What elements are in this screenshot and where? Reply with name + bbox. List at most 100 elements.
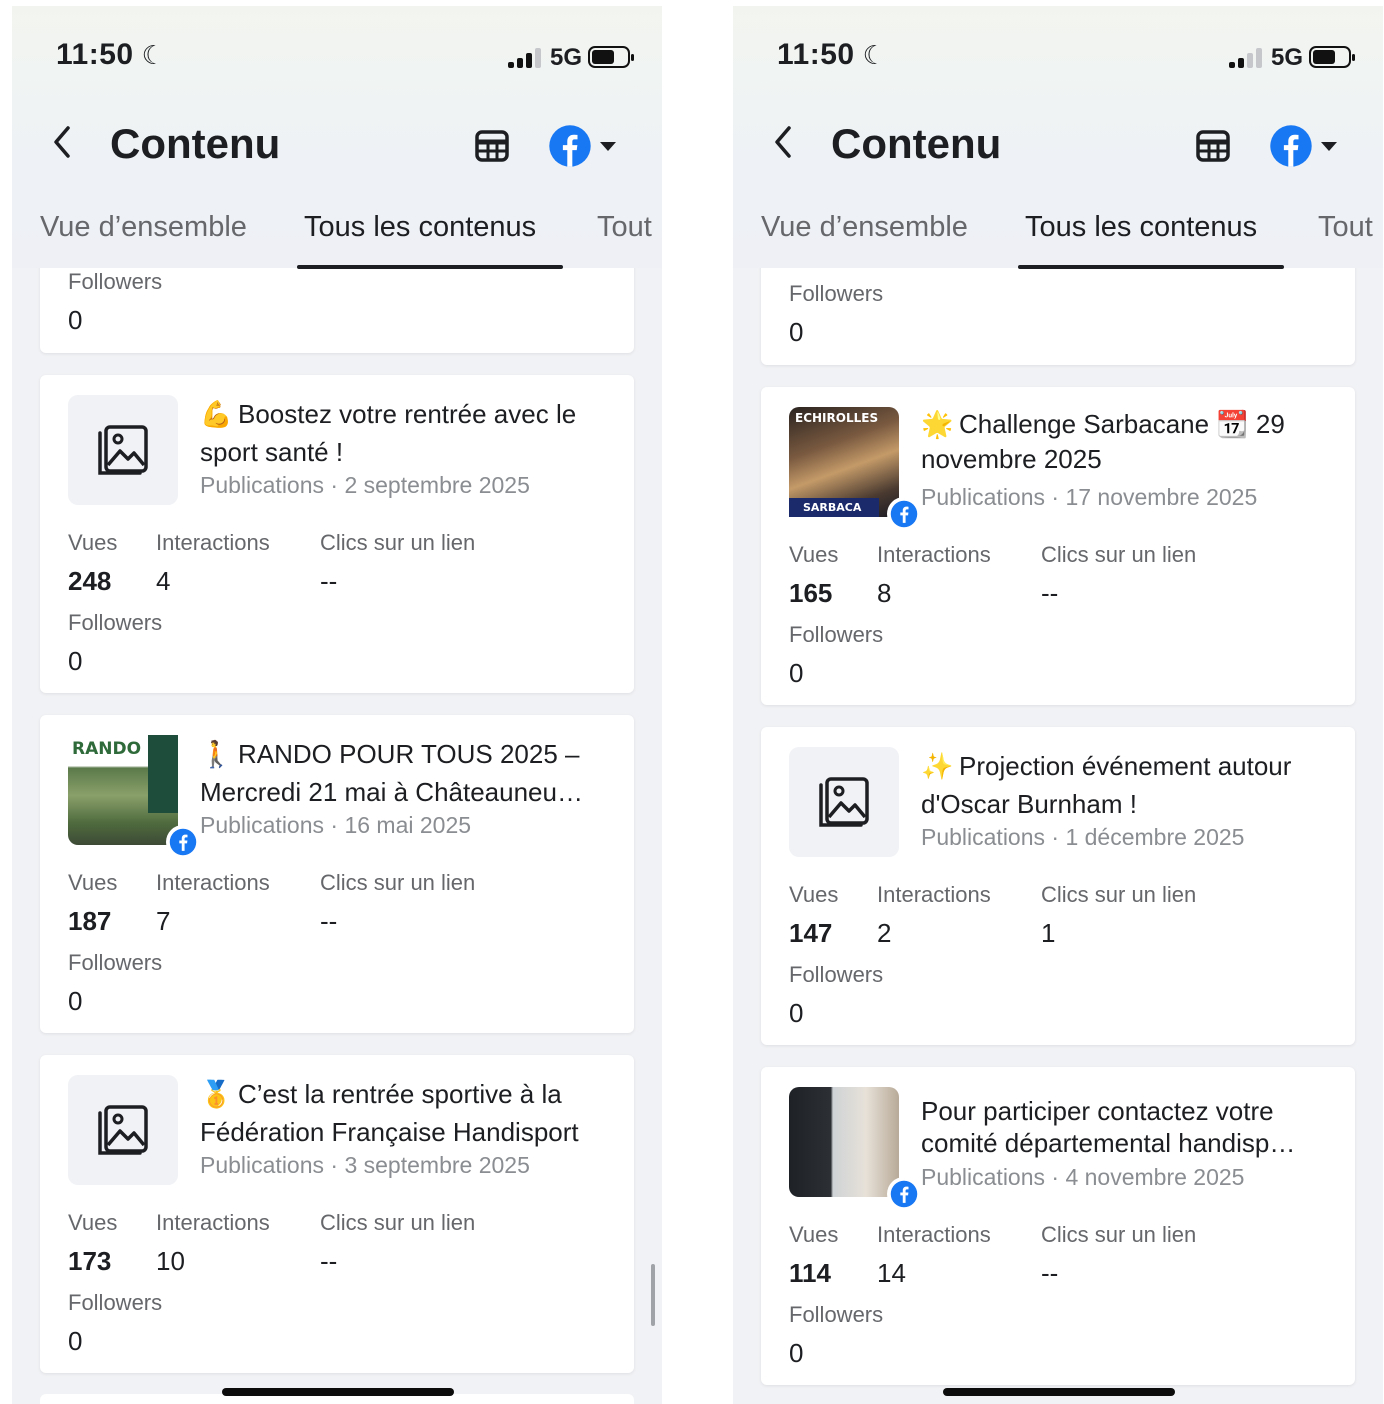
tab-bar: Vue d’ensemble Tous les contenus Tout <box>733 211 1383 269</box>
followers-label: Followers <box>68 269 163 294</box>
post-emoji: 💪 <box>200 399 233 429</box>
status-bar: 11:50 ☾ 5G <box>56 36 634 76</box>
link-clicks-label: Clics sur un lien <box>1041 1222 1197 1247</box>
post-card[interactable]: 🥇 C’est la rentrée sportive à la Fédérati… <box>40 1055 634 1373</box>
tab-all[interactable]: Tout <box>597 211 652 244</box>
followers-value: 0 <box>789 317 804 347</box>
status-time: 11:50 ☾ <box>56 38 165 72</box>
followers-value: 0 <box>68 305 83 335</box>
interactions-label: Interactions <box>877 542 991 567</box>
facebook-icon <box>1270 125 1312 167</box>
post-thumbnail <box>789 1087 921 1211</box>
followers-label: Followers <box>789 622 884 647</box>
table-view-button[interactable] <box>474 128 510 164</box>
home-indicator[interactable] <box>943 1388 1175 1396</box>
followers-label: Followers <box>68 950 163 975</box>
post-card[interactable]: ✨ Projection événement autour d'Oscar Bur… <box>761 727 1355 1045</box>
tab-all-content[interactable]: Tous les contenus <box>304 211 536 244</box>
top-chrome: 11:50 ☾ 5G Contenu Vue d’ensemble Tous le… <box>12 6 662 269</box>
tab-overview[interactable]: Vue d’ensemble <box>761 211 968 244</box>
interactions-value: 4 <box>156 566 171 596</box>
link-clicks-value: -- <box>320 566 338 596</box>
post-thumbnail <box>68 1075 178 1185</box>
platform-switcher[interactable] <box>548 124 620 168</box>
views-value: 165 <box>789 578 833 608</box>
facebook-icon <box>549 125 591 167</box>
post-card[interactable]: 💪 Boostez votre rentrée avec le sport san… <box>40 375 634 693</box>
post-title: Pour participer contactez votre comité d… <box>921 1095 1336 1159</box>
thumbnail-caption: ECHIROLLES <box>795 411 879 425</box>
post-meta: Publications · 1 décembre 2025 <box>921 824 1245 850</box>
post-title: ✨ Projection événement autour d'Oscar Bur… <box>921 747 1336 823</box>
facebook-badge-icon <box>887 1177 921 1211</box>
clock: 11:50 <box>777 38 855 71</box>
followers-metric: Followers 0 <box>68 1290 162 1357</box>
back-button[interactable] <box>50 122 80 166</box>
interactions-label: Interactions <box>156 1210 270 1235</box>
interactions-value: 8 <box>877 578 892 608</box>
post-meta: Publications · 16 mai 2025 <box>200 812 472 838</box>
post-thumbnail: ECHIROLLES SARBACA <box>789 407 921 531</box>
table-icon <box>1196 130 1230 162</box>
thumbnail-caption: RANDO <box>72 739 142 759</box>
clock: 11:50 <box>56 38 134 71</box>
phone-screen-left: Followers 0 💪 Boostez votre rentrée avec … <box>12 6 662 1404</box>
table-icon <box>475 130 509 162</box>
platform-switcher[interactable] <box>1269 124 1341 168</box>
link-clicks-label: Clics sur un lien <box>320 530 476 555</box>
post-title: 🥇 C’est la rentrée sportive à la Fédérati… <box>200 1075 615 1151</box>
post-title-text: Pour participer contactez votre comité d… <box>921 1096 1296 1158</box>
thumbnail-poster <box>148 735 178 813</box>
post-card-partial[interactable]: Followers 0 <box>40 261 634 353</box>
post-meta: Publications · 2 septembre 2025 <box>200 472 530 498</box>
views-label: Vues <box>789 1222 839 1247</box>
views-label: Vues <box>789 542 839 567</box>
link-clicks-value: -- <box>320 1246 338 1276</box>
post-card-partial[interactable]: Followers 0 <box>761 261 1355 365</box>
link-clicks-value: -- <box>320 906 338 936</box>
post-metrics: Vues 114 Interactions 14 Clics sur un lien… <box>789 1222 1335 1292</box>
page-header: Contenu <box>12 116 662 176</box>
focus-moon-icon: ☾ <box>141 40 166 70</box>
views-metric: Vues 173 <box>68 1210 117 1277</box>
interactions-label: Interactions <box>877 1222 991 1247</box>
followers-label: Followers <box>789 281 884 306</box>
post-card[interactable]: Pour participer contactez votre comité d… <box>761 1067 1355 1385</box>
followers-value: 0 <box>68 1326 83 1356</box>
facebook-badge-icon <box>887 497 921 531</box>
followers-metric: Followers 0 <box>789 281 883 348</box>
tab-all[interactable]: Tout <box>1318 211 1373 244</box>
post-title-text: Challenge Sarbacane 📆 29 novembre 2025 <box>921 409 1285 474</box>
link-clicks-value: 1 <box>1041 918 1056 948</box>
post-title-text: Boostez votre rentrée avec le sport sant… <box>200 399 577 467</box>
home-indicator[interactable] <box>222 1388 454 1396</box>
page-title: Contenu <box>831 120 1002 167</box>
views-metric: Vues 187 <box>68 870 117 937</box>
scrollbar[interactable] <box>651 1264 655 1326</box>
caret-down-icon <box>1321 142 1337 151</box>
table-view-button[interactable] <box>1195 128 1231 164</box>
chevron-left-icon <box>54 126 70 158</box>
post-metrics: Vues 147 Interactions 2 Clics sur un lien 1 <box>789 882 1335 952</box>
followers-metric: Followers 0 <box>68 269 162 336</box>
thumbnail-caption: SARBACA <box>789 498 879 517</box>
post-title-text: Projection événement autour d'Oscar Burn… <box>921 751 1292 819</box>
post-thumbnail <box>789 747 899 857</box>
followers-value: 0 <box>789 658 804 688</box>
followers-value: 0 <box>789 1338 804 1368</box>
tab-overview[interactable]: Vue d’ensemble <box>40 211 247 244</box>
post-title: 🌟 Challenge Sarbacane 📆 29 novembre 2025 <box>921 407 1336 477</box>
page-title: Contenu <box>110 120 281 167</box>
top-chrome: 11:50 ☾ 5G Contenu Vue d’ensemble Tous le… <box>733 6 1383 269</box>
post-metrics: Vues 248 Interactions 4 Clics sur un lien -… <box>68 530 614 600</box>
tab-all-content[interactable]: Tous les contenus <box>1025 211 1257 244</box>
views-value: 173 <box>68 1246 112 1276</box>
post-emoji: 🥇 <box>200 1079 233 1109</box>
phone-screen-right: Followers 0 ECHIROLLES SARBACA 🌟 Challeng… <box>733 6 1383 1404</box>
back-button[interactable] <box>771 122 801 166</box>
followers-metric: Followers 0 <box>789 962 883 1029</box>
followers-metric: Followers 0 <box>68 950 162 1017</box>
battery-icon <box>588 46 634 68</box>
post-card[interactable]: ECHIROLLES SARBACA 🌟 Challenge Sarbacane … <box>761 387 1355 705</box>
post-card[interactable]: RANDO 🚶 RANDO POUR TOUS 2025 – Mercredi 2… <box>40 715 634 1033</box>
